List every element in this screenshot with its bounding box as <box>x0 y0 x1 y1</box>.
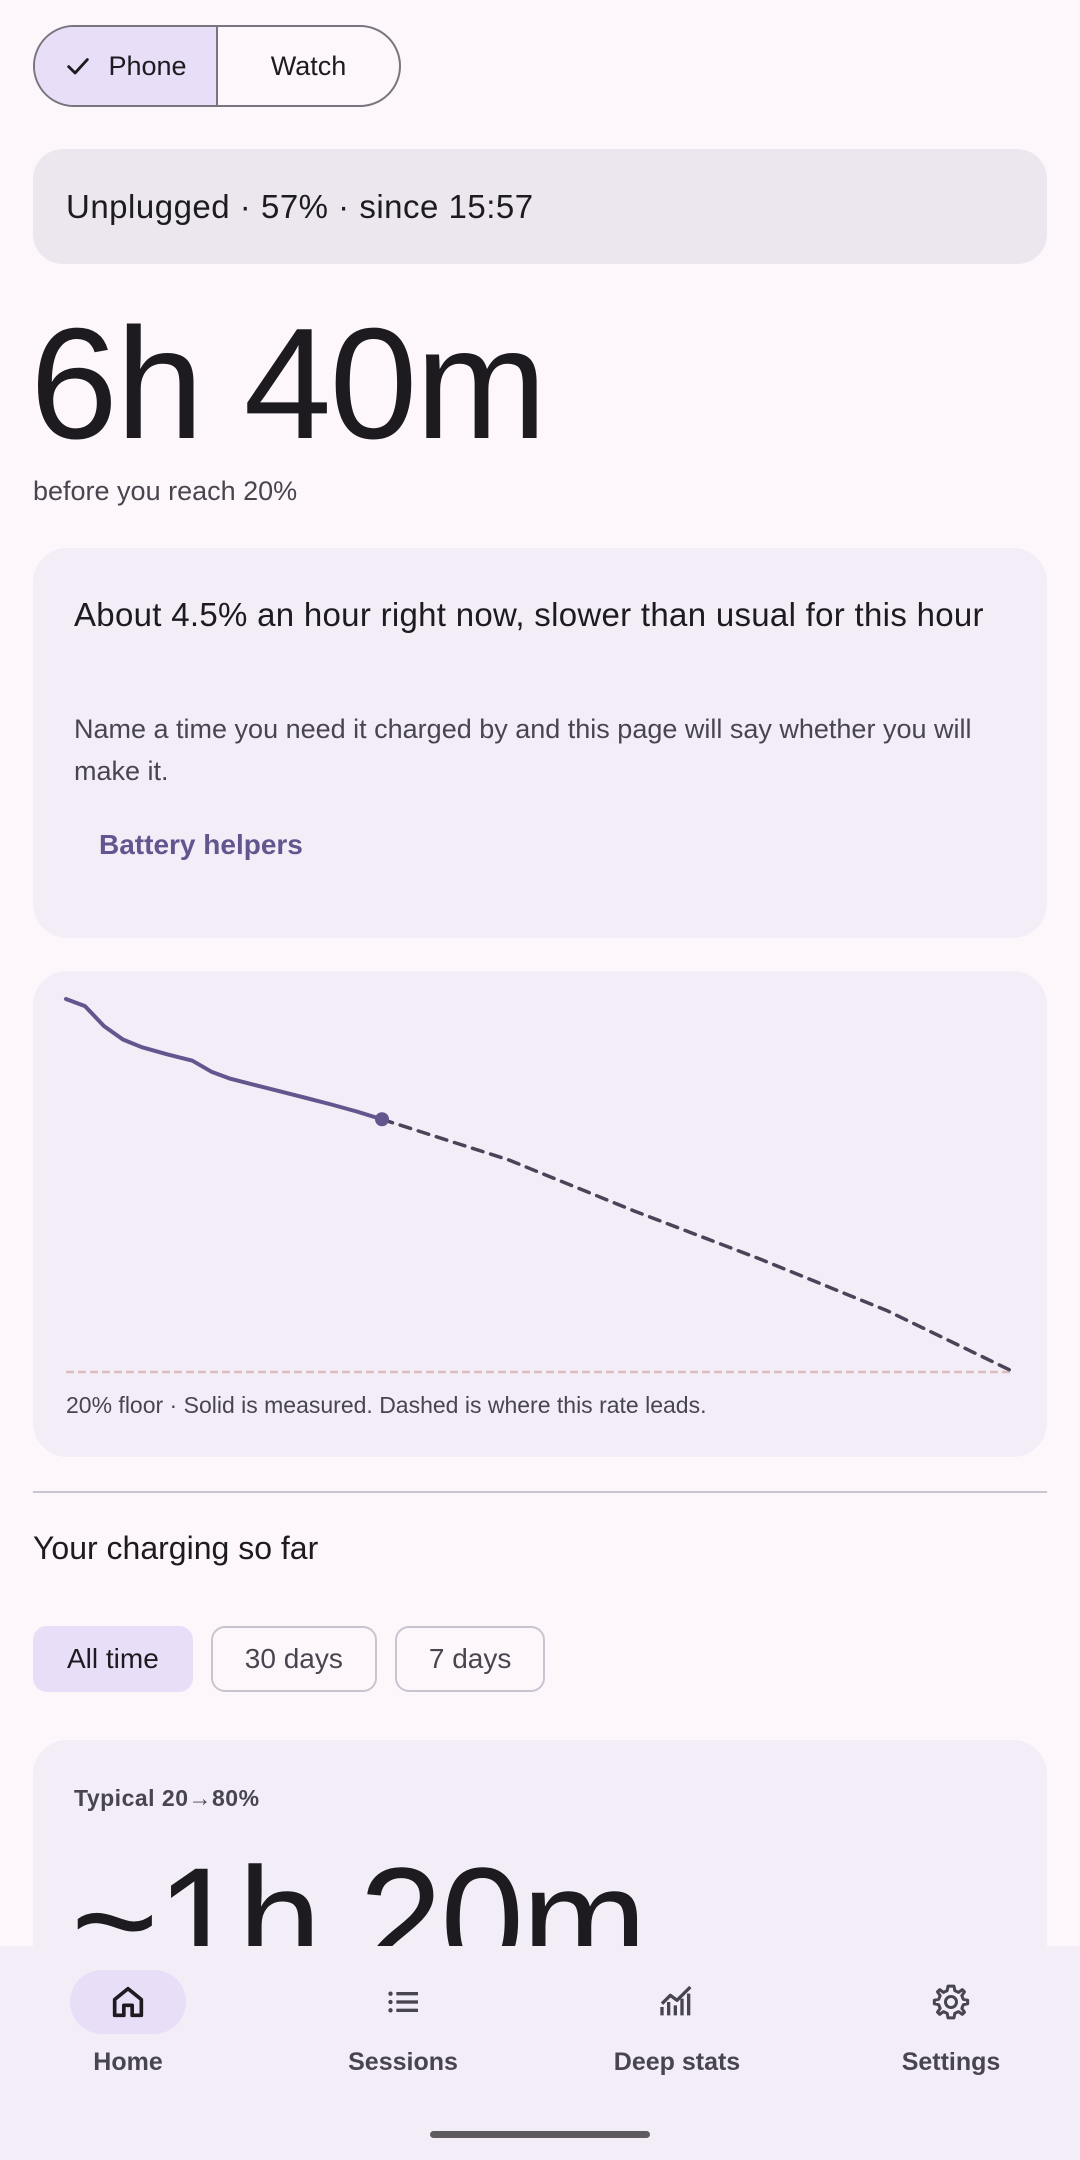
battery-chart <box>64 997 1016 1374</box>
nav-item-deep-stats[interactable]: Deep stats <box>567 1970 787 2077</box>
battery-chart-card: 20% floor · Solid is measured. Dashed is… <box>33 971 1047 1457</box>
filter-chip-all-time[interactable]: All time <box>33 1626 193 1692</box>
home-icon <box>112 1986 144 2018</box>
current-level-dot <box>375 1112 389 1127</box>
stats-icon <box>660 1985 692 2016</box>
nav-label-deep-stats: Deep stats <box>613 2048 741 2076</box>
measured-line <box>64 997 384 1122</box>
device-toggle: Phone Watch <box>33 25 401 107</box>
nav-item-sessions[interactable]: Sessions <box>293 1970 513 2077</box>
gesture-handle <box>430 2131 650 2138</box>
nav-label-settings: Settings <box>901 2048 1001 2076</box>
check-icon <box>67 58 90 75</box>
rate-card-title: About 4.5% an hour right now, slower tha… <box>74 596 984 633</box>
battery-status-text: Unplugged · 57% · since 15:57 <box>66 187 534 225</box>
projection-line <box>380 1117 1016 1374</box>
home-screen: Phone Watch Unplugged · 57% · since 15:5… <box>0 0 1080 2160</box>
filter-chip-30-days[interactable]: 30 days <box>210 1626 377 1692</box>
time-remaining-subtitle: before you reach 20% <box>33 476 298 506</box>
nav-label-sessions: Sessions <box>348 2048 458 2076</box>
time-remaining: 6h 40m <box>30 296 547 472</box>
list-icon <box>388 1991 418 2013</box>
phone-segment-label: Phone <box>108 50 187 81</box>
typical-charge-label: Typical 20→80% <box>74 1785 260 1811</box>
bottom-navigation: Home Sessions Deep stats Settings <box>0 1946 1080 2160</box>
nav-icon-wrap <box>345 1970 461 2034</box>
nav-item-home[interactable]: Home <box>18 1970 238 2077</box>
rate-card-body: Name a time you need it charged by and t… <box>74 714 972 786</box>
chart-caption: 20% floor · Solid is measured. Dashed is… <box>66 1392 707 1418</box>
nav-icon-wrap <box>619 1970 735 2034</box>
watch-segment[interactable]: Watch <box>218 27 399 105</box>
nav-item-settings[interactable]: Settings <box>841 1970 1061 2077</box>
phone-segment[interactable]: Phone <box>35 27 218 105</box>
rate-card: About 4.5% an hour right now, slower tha… <box>33 548 1047 938</box>
nav-indicator <box>70 1970 186 2034</box>
battery-helpers-button[interactable]: Battery helpers <box>74 810 328 880</box>
nav-label-home: Home <box>93 2048 163 2076</box>
filter-chip-7-days[interactable]: 7 days <box>394 1626 546 1692</box>
charging-section-title: Your charging so far <box>33 1530 319 1566</box>
time-range-filters: All time 30 days 7 days <box>33 1626 546 1692</box>
battery-status-banner: Unplugged · 57% · since 15:57 <box>33 149 1047 264</box>
nav-icon-wrap <box>893 1970 1009 2034</box>
gear-icon <box>932 1984 970 2020</box>
watch-segment-label: Watch <box>270 50 347 81</box>
section-divider <box>33 1491 1047 1493</box>
